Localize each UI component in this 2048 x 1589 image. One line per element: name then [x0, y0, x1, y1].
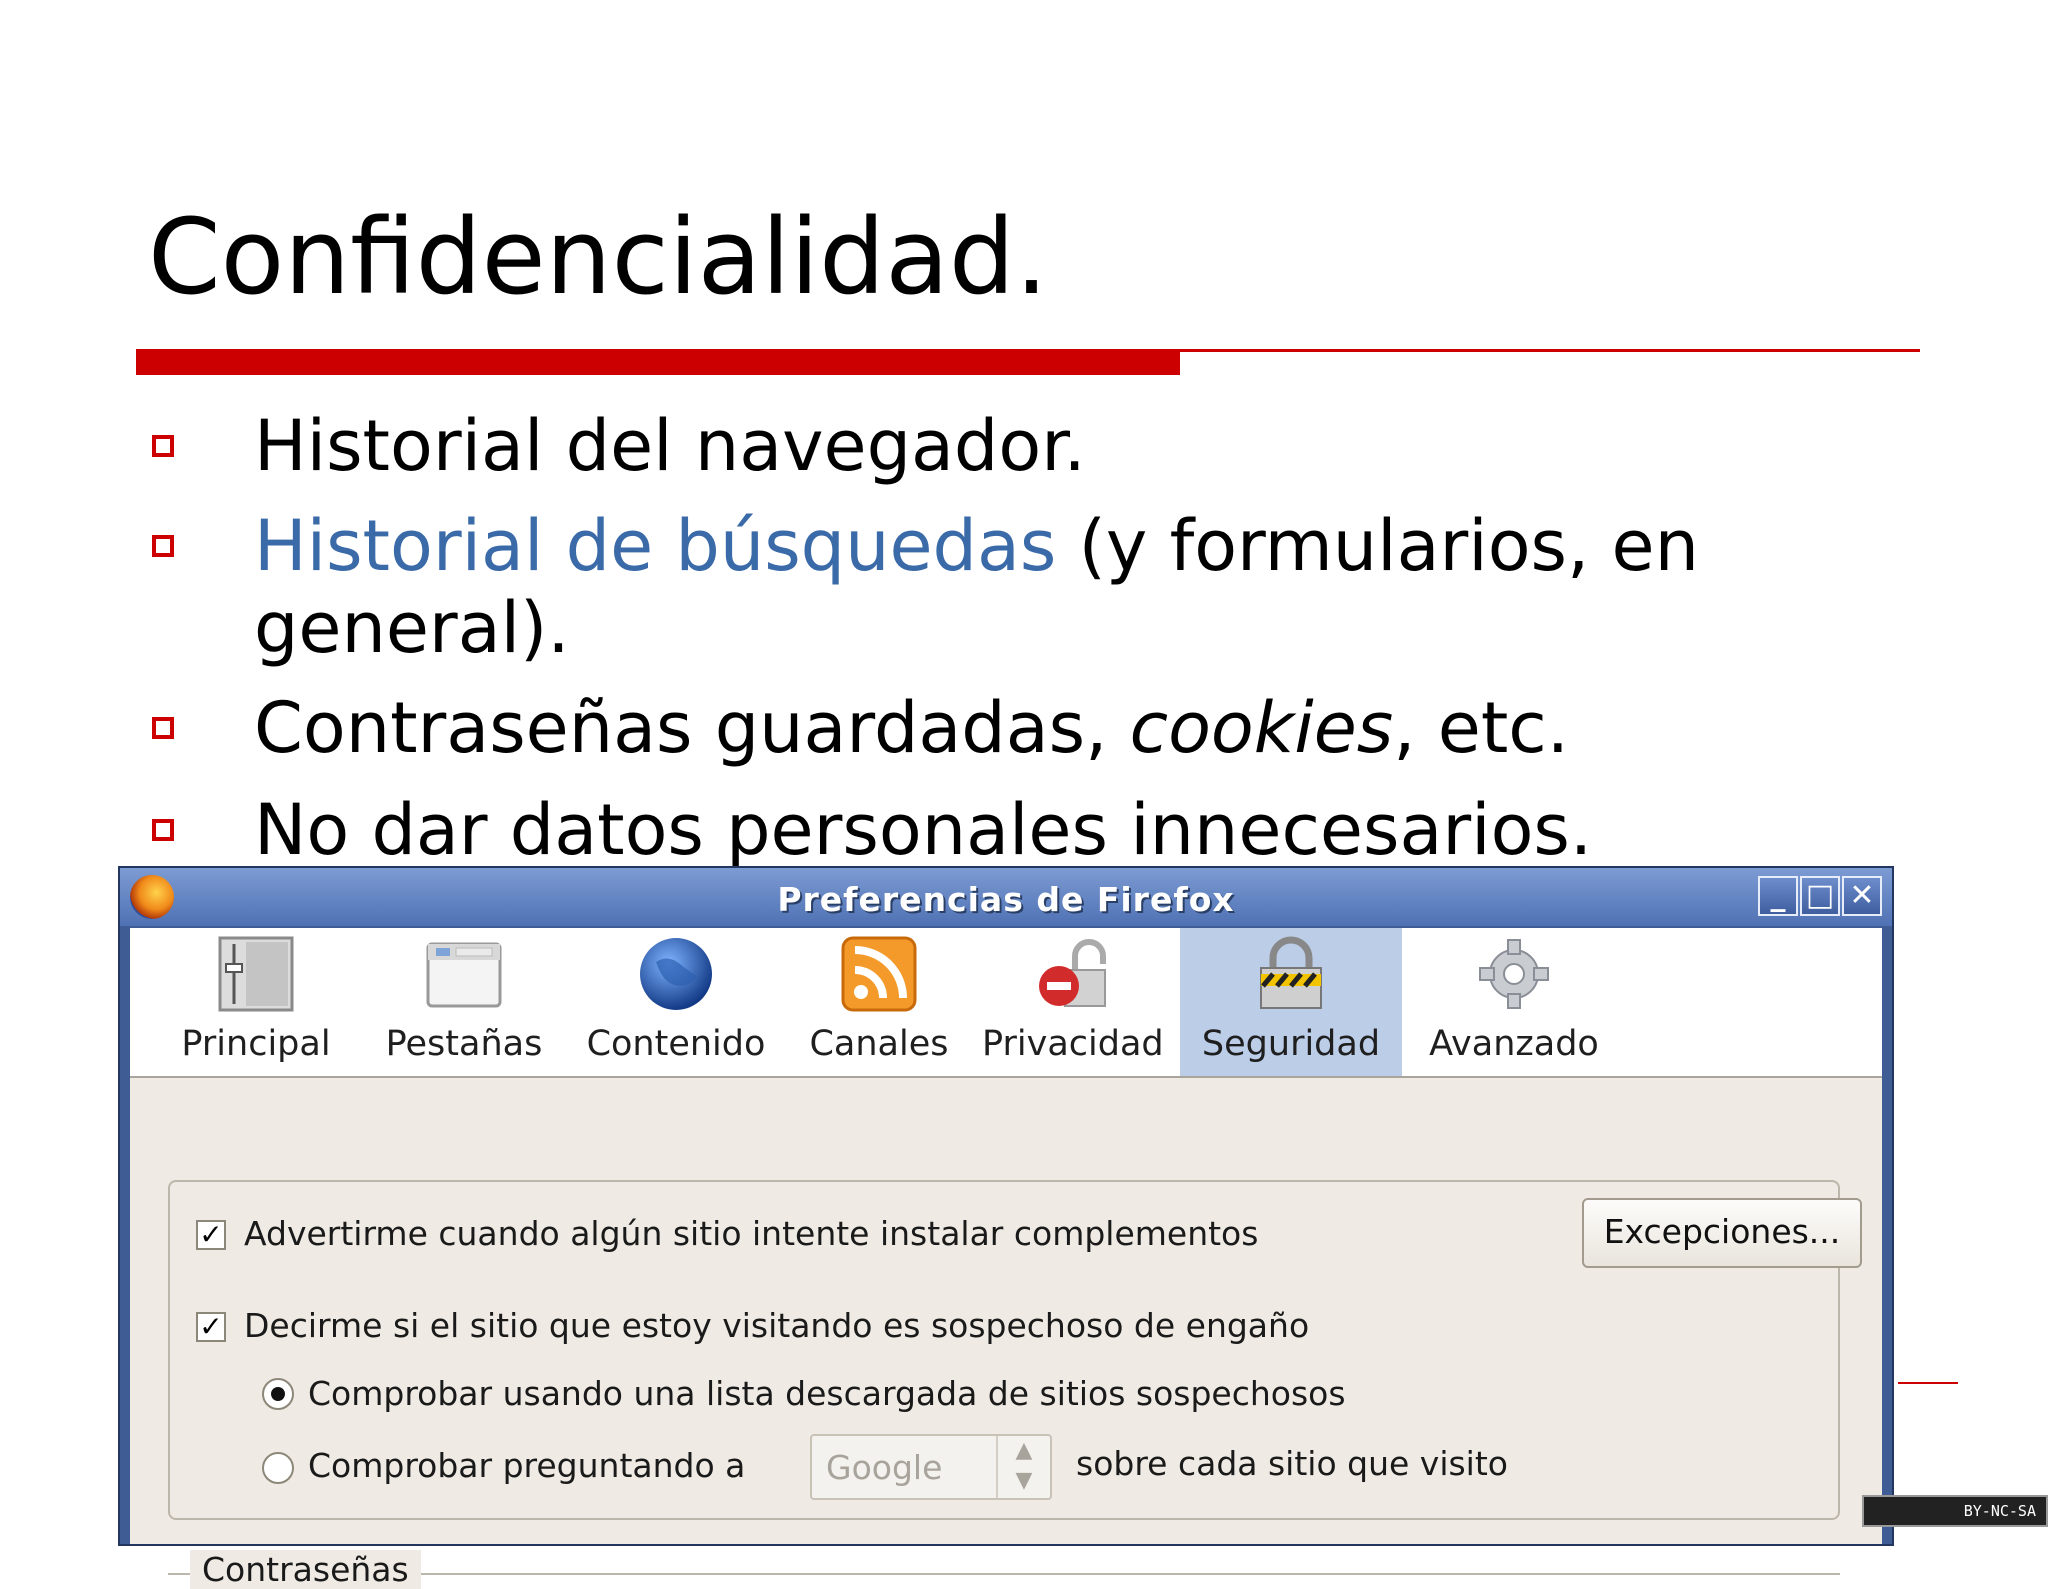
spinner-arrows-icon: ▲ ▼ [996, 1436, 1050, 1498]
decorative-line [1898, 1382, 1958, 1384]
bullet-text-italic: cookies [1129, 687, 1394, 769]
bullet-square-icon [152, 435, 174, 457]
radio-ask-label: Comprobar preguntando a [308, 1446, 746, 1485]
tab-label: Seguridad [1201, 1024, 1381, 1064]
bullet-text: Historial de búsquedas (y formularios, e… [254, 505, 1699, 587]
rss-feed-icon [841, 936, 917, 1012]
slide-title: Confidencialidad. [148, 196, 1048, 318]
tab-privacidad[interactable]: Privacidad [982, 928, 1164, 1076]
bullet-square-icon [152, 717, 174, 739]
warn-addons-label: Advertirme cuando algún sitio intente in… [244, 1214, 1259, 1253]
close-icon: ✕ [1849, 878, 1875, 913]
title-underline-thick [136, 349, 1180, 375]
warn-addons-checkbox[interactable]: ✓ [196, 1220, 226, 1250]
bullet-text-post: , etc. [1393, 687, 1570, 769]
bullet-text-rest: (y formularios, en [1056, 505, 1699, 587]
tab-principal[interactable]: Principal [170, 928, 342, 1076]
radio-local-list[interactable] [262, 1378, 294, 1410]
tabs-window-icon [426, 942, 502, 1008]
dialog-title: Preferencias de Firefox [777, 880, 1235, 919]
tab-pestanas[interactable]: Pestañas [374, 928, 554, 1076]
switch-panel-icon [218, 936, 294, 1012]
exceptions-button[interactable]: Excepciones... [1582, 1198, 1862, 1268]
bullet-text: No dar datos personales innecesarios. [254, 789, 1593, 871]
tab-label: Contenido [586, 1024, 766, 1064]
maximize-icon: □ [1805, 878, 1835, 913]
tab-label: Avanzado [1429, 1024, 1599, 1064]
provider-select[interactable]: Google ▲ ▼ [810, 1434, 1052, 1500]
dialog-content: Principal Pestañas Contenido Canales Pri… [130, 928, 1882, 1589]
security-warnings-group: ✓ Advertirme cuando algún sitio intente … [168, 1180, 1862, 1520]
tab-label: Privacidad [982, 1024, 1164, 1064]
radio-ask-suffix: sobre cada sitio que visito [1076, 1444, 1508, 1483]
phishing-checkbox[interactable]: ✓ [196, 1312, 226, 1342]
search-history-link[interactable]: Historial de búsquedas [254, 505, 1056, 587]
gear-icon [1479, 939, 1549, 1009]
bullet-text: Contraseñas guardadas, cookies, etc. [254, 687, 1569, 769]
padlock-icon [1260, 936, 1322, 1009]
close-button[interactable]: ✕ [1842, 876, 1882, 916]
passwords-group-label: Contraseñas [190, 1550, 421, 1589]
tab-label: Principal [181, 1024, 331, 1064]
tab-seguridad[interactable]: Seguridad [1180, 928, 1402, 1076]
tab-avanzado[interactable]: Avanzado [1424, 928, 1604, 1076]
preferences-toolbar: Principal Pestañas Contenido Canales Pri… [130, 928, 1882, 1078]
license-badge: BY-NC-SA [1862, 1495, 2048, 1527]
privacy-lock-icon [1039, 939, 1106, 1007]
globe-icon [640, 938, 712, 1010]
minimize-icon: _ [1770, 878, 1786, 913]
firefox-preferences-dialog: Preferencias de Firefox _ □ ✕ Principal [118, 866, 1894, 1589]
minimize-button[interactable]: _ [1758, 876, 1798, 916]
provider-value: Google [826, 1448, 943, 1487]
bullet-text: Historial del navegador. [254, 405, 1086, 487]
tab-label: Canales [809, 1024, 949, 1064]
phishing-label: Decirme si el sitio que estoy visitando … [244, 1306, 1310, 1345]
radio-local-label: Comprobar usando una lista descargada de… [308, 1374, 1346, 1413]
tab-label: Pestañas [385, 1024, 543, 1064]
bullet-square-icon [152, 819, 174, 841]
dialog-titlebar[interactable]: Preferencias de Firefox _ □ ✕ [120, 868, 1892, 926]
title-underline-thin [1180, 349, 1920, 352]
radio-ask-provider[interactable] [262, 1452, 294, 1484]
tab-canales[interactable]: Canales [798, 928, 960, 1076]
bullet-text-continuation: general). [254, 587, 570, 669]
bullet-text-pre: Contraseñas guardadas, [254, 687, 1130, 769]
tab-contenido[interactable]: Contenido [576, 928, 776, 1076]
bullet-square-icon [152, 535, 174, 557]
maximize-button[interactable]: □ [1800, 876, 1840, 916]
